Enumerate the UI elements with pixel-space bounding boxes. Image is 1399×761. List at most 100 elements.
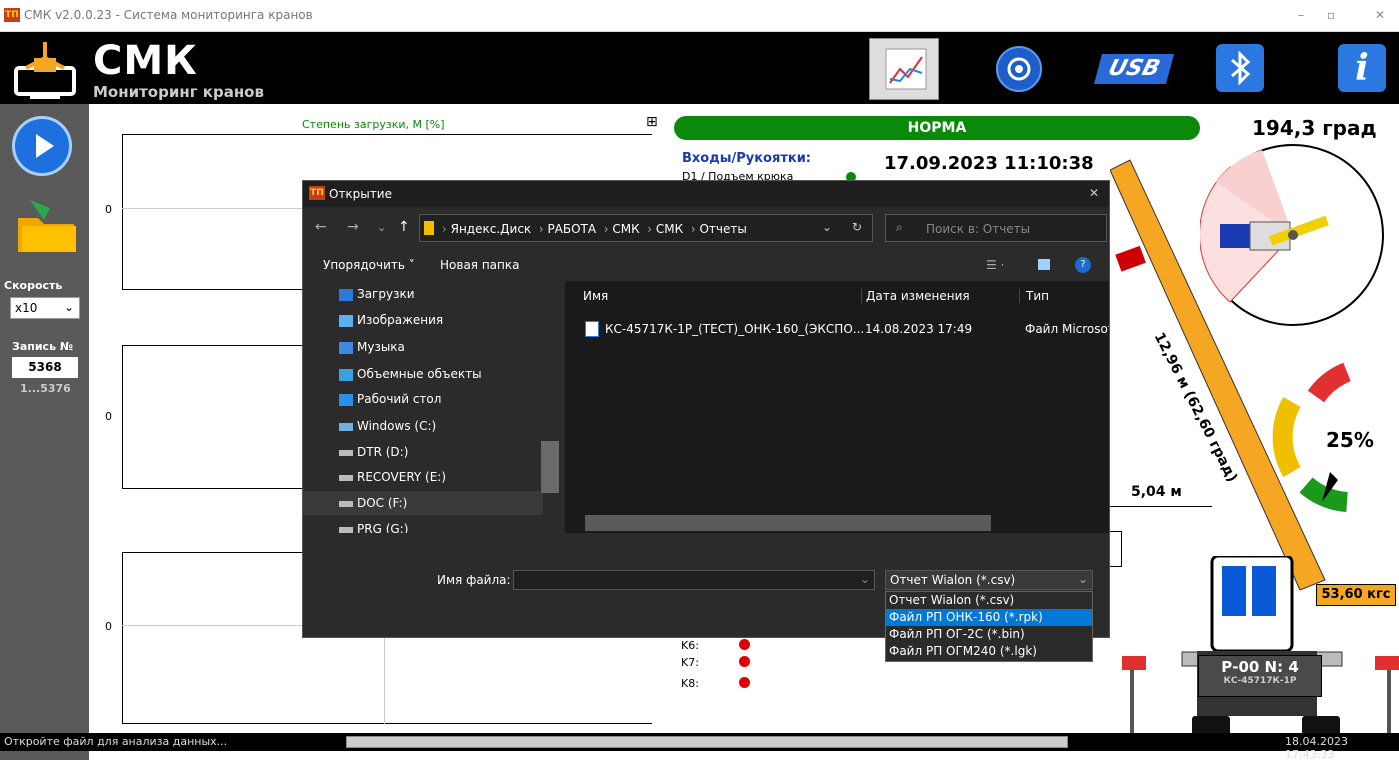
dialog-close-button[interactable]: ✕ (1089, 186, 1099, 200)
brand-subtitle: Мониторинг кранов (93, 83, 264, 101)
images-icon (339, 314, 353, 327)
rotation-angle: 194,3 град (1252, 116, 1377, 140)
crane-plate: Р-00 N: 4 КС-45717К-1Р (1198, 655, 1322, 697)
filename-label: Имя файла: (437, 573, 511, 587)
bluetooth-icon (1231, 50, 1251, 86)
nav-drive-f[interactable]: DOC (F:) (339, 496, 407, 510)
minimize-button[interactable]: – (1298, 8, 1304, 22)
chart-icon (885, 48, 927, 90)
breadcrumb-item[interactable]: СМК (612, 222, 639, 236)
nav-images[interactable]: Изображения (339, 313, 443, 327)
open-folder-button[interactable] (16, 196, 78, 256)
horizontal-scrollbar-thumb[interactable] (585, 515, 991, 531)
column-date[interactable]: Дата изменения (861, 289, 970, 303)
close-window-button[interactable]: ✕ (1375, 8, 1385, 22)
nav-desktop[interactable]: Рабочий стол (339, 392, 441, 406)
file-row[interactable]: КС-45717К-1Р_(ТЕСТ)_ОНК-160_(ЭКСПО... 14… (565, 315, 1109, 341)
nav-3d-objects[interactable]: Объемные объекты (339, 367, 482, 381)
breadcrumb: › Яндекс.Диск › РАБОТА › СМК › СМК › Отч… (442, 222, 747, 236)
desktop-icon (339, 393, 353, 406)
crane-boom-drawing (1109, 150, 1399, 600)
app-header: СМК Мониторинг кранов USB i (0, 32, 1399, 104)
breadcrumb-item[interactable]: Яндекс.Диск (451, 222, 532, 236)
info-button[interactable]: i (1338, 44, 1386, 92)
left-sidebar: Скорость x10 ⌄ Запись № 5368 1...5376 (0, 104, 89, 760)
nav-downloads[interactable]: Загрузки (339, 287, 415, 301)
dialog-title: Открытие (329, 187, 392, 201)
input-d1-label: D1 / Подъем крюка (682, 170, 794, 180)
speed-label: Скорость (4, 279, 63, 292)
usb-button[interactable]: USB (1093, 54, 1175, 84)
file-name: КС-45717К-1Р_(ТЕСТ)_ОНК-160_(ЭКСПО... (605, 322, 865, 336)
gps-button[interactable] (996, 46, 1042, 92)
back-button[interactable]: ← (315, 219, 327, 235)
organize-menu[interactable]: Упорядочить ˅ (323, 258, 415, 272)
breadcrumb-item[interactable]: СМК (656, 222, 683, 236)
address-bar[interactable]: › Яндекс.Диск › РАБОТА › СМК › СМК › Отч… (419, 214, 873, 242)
progress-bar[interactable] (346, 736, 1068, 748)
k6-indicator (739, 639, 750, 650)
nav-drive-g[interactable]: PRG (G:) (339, 522, 408, 533)
column-name[interactable]: Имя (583, 289, 608, 303)
speed-select-value: x10 (15, 301, 38, 315)
inputs-title: Входы/Рукоятки: (682, 151, 811, 166)
nav-drive-d[interactable]: DTR (D:) (339, 445, 408, 459)
search-placeholder: Поиск в: Отчеты (926, 222, 1031, 236)
window-title: СМК v2.0.0.23 - Система мониторинга кран… (24, 8, 313, 22)
csv-file-icon (585, 321, 599, 337)
address-dropdown-icon[interactable]: ⌄ (822, 220, 832, 234)
downloads-icon (339, 288, 353, 301)
file-type-selected: Отчет Wialon (*.csv) (890, 573, 1016, 587)
search-icon: ⌕ (896, 220, 903, 234)
recent-locations-button[interactable]: ⌄ (377, 221, 386, 234)
nav-scrollbar-thumb[interactable] (541, 441, 559, 493)
preview-pane-icon[interactable] (1038, 259, 1050, 270)
maximize-button[interactable]: ▫ (1327, 8, 1335, 22)
nav-music[interactable]: Музыка (339, 340, 405, 354)
file-date: 14.08.2023 17:49 (865, 322, 973, 336)
drive-icon (339, 449, 353, 456)
breadcrumb-item[interactable]: Отчеты (699, 222, 746, 236)
speed-select[interactable]: x10 ⌄ (10, 297, 80, 319)
record-input[interactable]: 5368 (12, 357, 78, 378)
file-type-dropdown: Отчет Wialon (*.csv) Файл РП ОНК-160 (*.… (885, 591, 1093, 662)
file-type-option[interactable]: Файл РП ОГ-2С (*.bin) (886, 626, 1092, 643)
file-list: Имя Дата изменения Тип КС-45717К-1Р_(ТЕС… (565, 281, 1109, 533)
chart-mode-button[interactable] (869, 38, 939, 100)
export-chart-icon[interactable]: ⊞ (646, 114, 658, 130)
forward-button[interactable]: → (347, 219, 359, 235)
new-folder-button[interactable]: Новая папка (440, 258, 519, 272)
nav-drive-e[interactable]: RECOVERY (E:) (339, 470, 446, 484)
target-icon (1007, 57, 1031, 81)
nav-drive-c[interactable]: Windows (C:) (339, 419, 436, 433)
view-menu-icon[interactable]: ☰ · (986, 258, 1004, 272)
navigation-pane: Загрузки Изображения Музыка Объемные объ… (303, 281, 563, 533)
file-type-option-highlighted[interactable]: Файл РП ОНК-160 (*.rpk) (886, 609, 1092, 626)
hook-block (1110, 531, 1122, 567)
filename-input[interactable]: ⌄ (513, 570, 875, 590)
chart-1-ylabel: 0 (105, 203, 112, 216)
chart-2-ylabel: 0 (105, 410, 112, 423)
play-icon (36, 134, 54, 158)
filename-dropdown-icon[interactable]: ⌄ (860, 572, 870, 586)
breadcrumb-item[interactable]: РАБОТА (547, 222, 596, 236)
window-titlebar: ТП СМК v2.0.0.23 - Система мониторинга к… (0, 0, 1399, 32)
play-button[interactable] (12, 116, 72, 176)
file-type-select[interactable]: Отчет Wialon (*.csv) ⌄ (885, 570, 1093, 590)
status-datetime: 18.04.2023 17:43:33 (1285, 735, 1348, 761)
dialog-titlebar: ТП Открытие ✕ (303, 181, 1109, 207)
crane-model: КС-45717К-1Р (1223, 676, 1297, 686)
column-type[interactable]: Тип (1019, 289, 1049, 303)
current-datetime: 17.09.2023 11:10:38 (884, 153, 1094, 174)
bluetooth-button[interactable] (1216, 44, 1264, 92)
folder-open-icon (18, 200, 76, 252)
refresh-icon[interactable]: ↻ (852, 220, 862, 234)
search-input[interactable]: ⌕ Поиск в: Отчеты (885, 214, 1107, 242)
load-weight-badge: 53,60 кгс (1316, 584, 1396, 606)
help-icon[interactable]: ? (1075, 257, 1091, 273)
up-button[interactable]: ↑ (398, 219, 410, 235)
file-type-option[interactable]: Отчет Wialon (*.csv) (886, 592, 1092, 609)
chevron-down-icon: ⌄ (63, 300, 74, 314)
status-hint: Откройте файл для анализа данных... (4, 735, 228, 748)
file-type-option[interactable]: Файл РП ОГМ240 (*.lgk) (886, 643, 1092, 660)
